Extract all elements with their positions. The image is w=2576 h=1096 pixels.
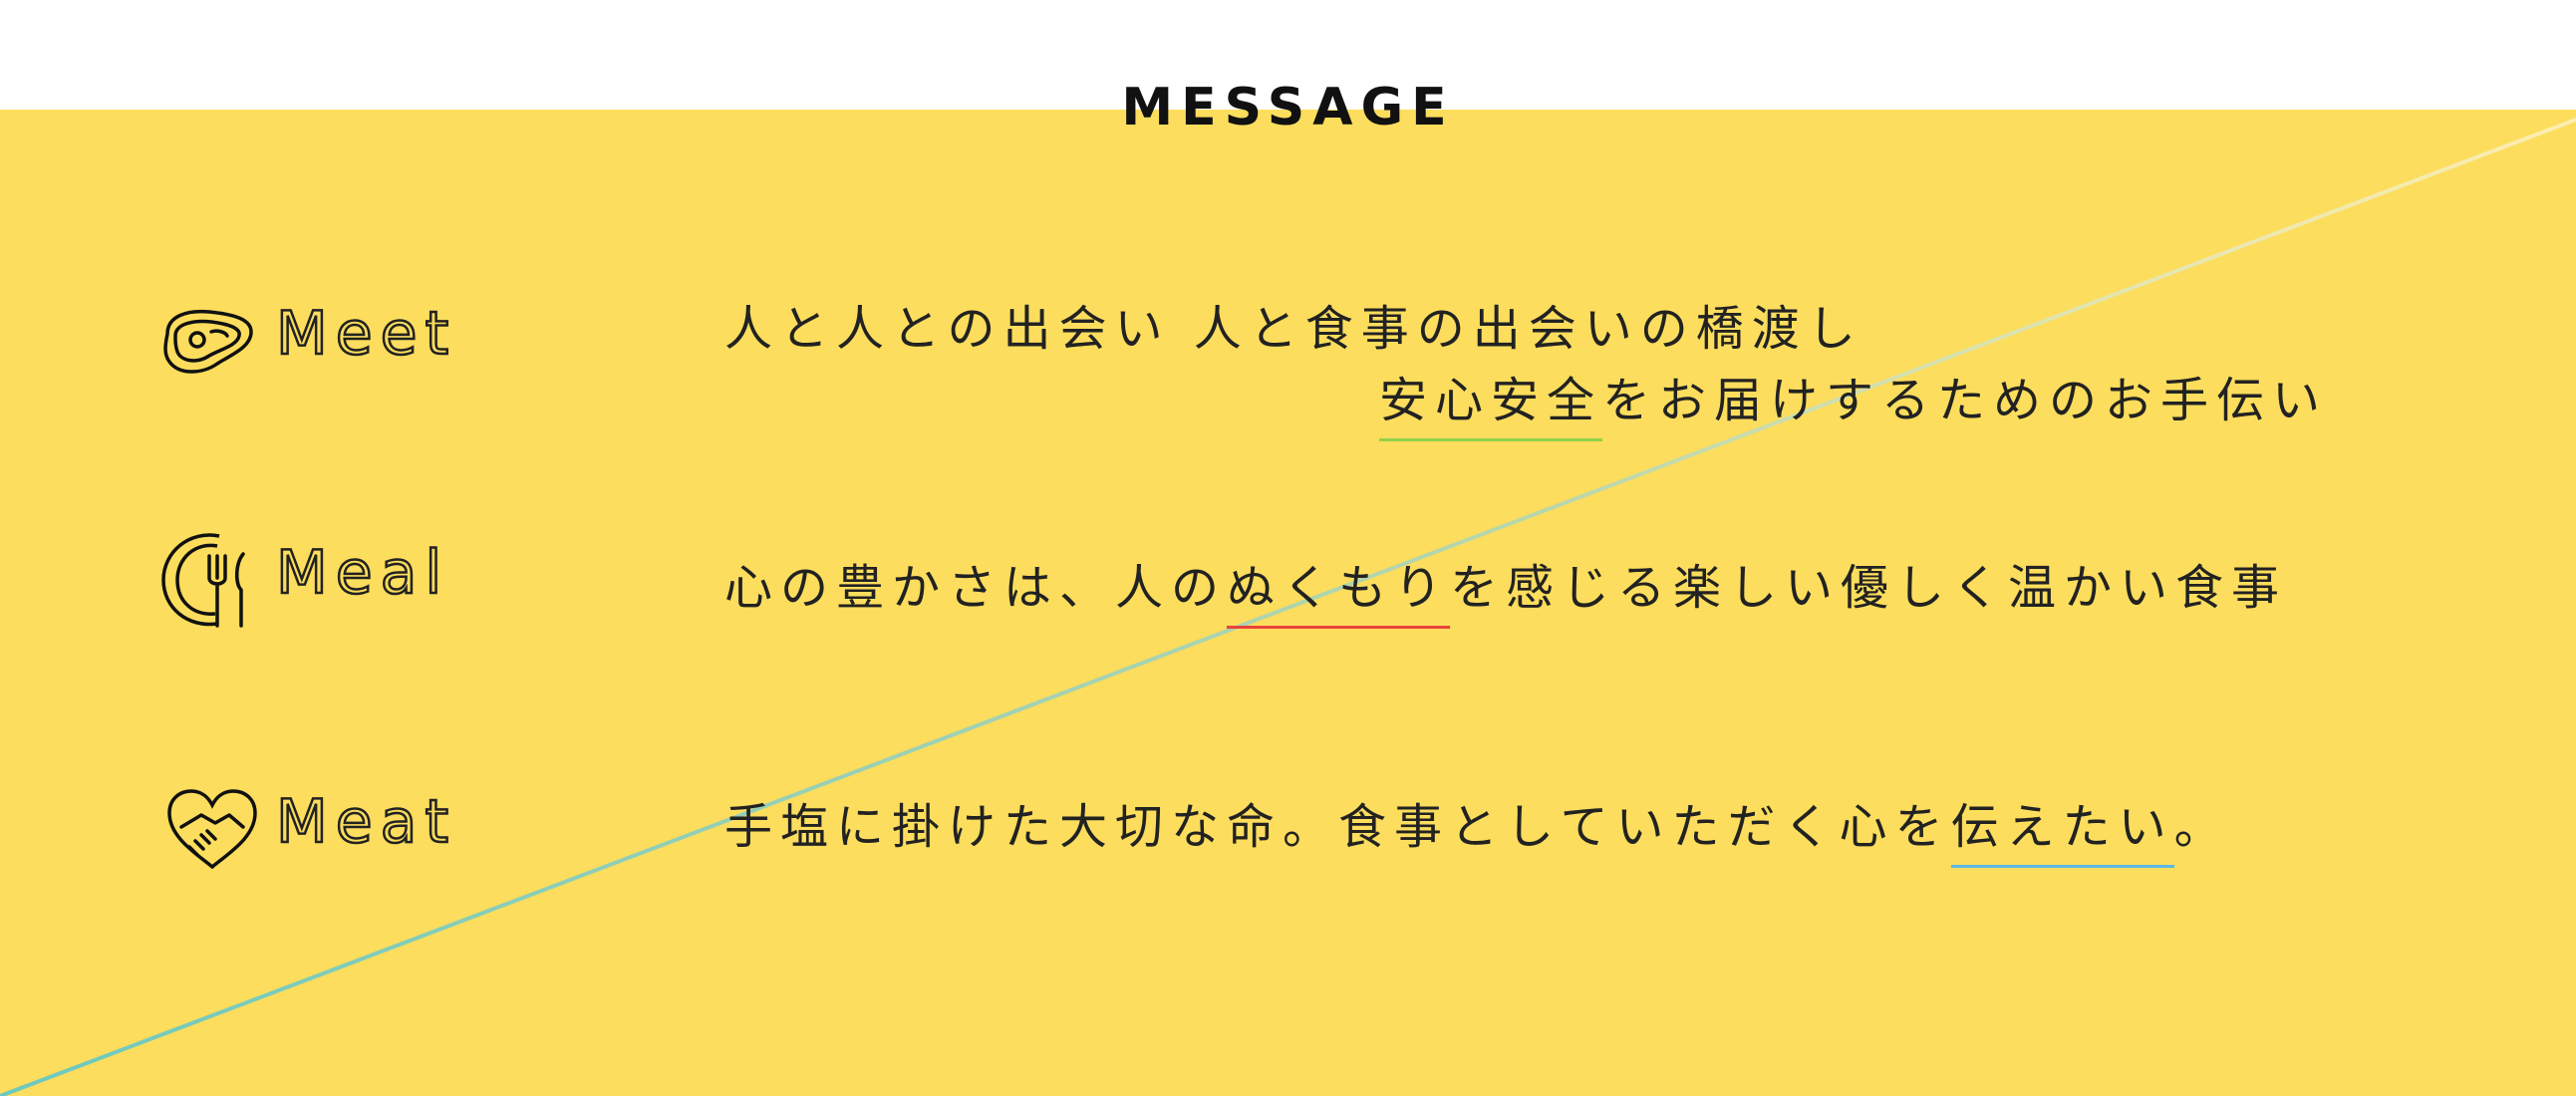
meet-message-line1: 人と人との出会い 人と食事の出会いの橋渡し: [724, 301, 1863, 357]
row-label-meal: Meal: [275, 537, 450, 610]
handshake-heart-icon: [165, 787, 259, 871]
plate-fork-knife-icon: [159, 528, 259, 632]
meet-highlight-text: 安心安全: [1379, 361, 1603, 441]
meal-highlight-text: ぬくもり: [1227, 548, 1451, 629]
meet-message-line2: 安心安全をお届けするためのお手伝い: [1379, 361, 2328, 441]
meat-message-before: 手塩に掛けた大切な命。食事としていただく心を: [724, 799, 1951, 855]
row-label-meet: Meet: [275, 298, 457, 371]
steak-icon: [159, 304, 257, 382]
meal-message-after: を感じる楽しい優しく温かい食事: [1450, 560, 2288, 616]
meat-message-after: 。: [2173, 799, 2230, 855]
meet-message-line2-rest: をお届けするためのお手伝い: [1602, 373, 2329, 428]
meal-message-before: 心の豊かさは、人の: [724, 560, 1228, 616]
meat-highlight-text: 伝えたい: [1950, 787, 2174, 868]
row-label-meat: Meat: [275, 786, 456, 859]
meat-message: 手塩に掛けた大切な命。食事としていただく心を伝えたい。: [724, 787, 2230, 868]
section-title: MESSAGE: [1121, 78, 1455, 137]
meal-message: 心の豊かさは、人のぬくもりを感じる楽しい優しく温かい食事: [724, 548, 2287, 629]
